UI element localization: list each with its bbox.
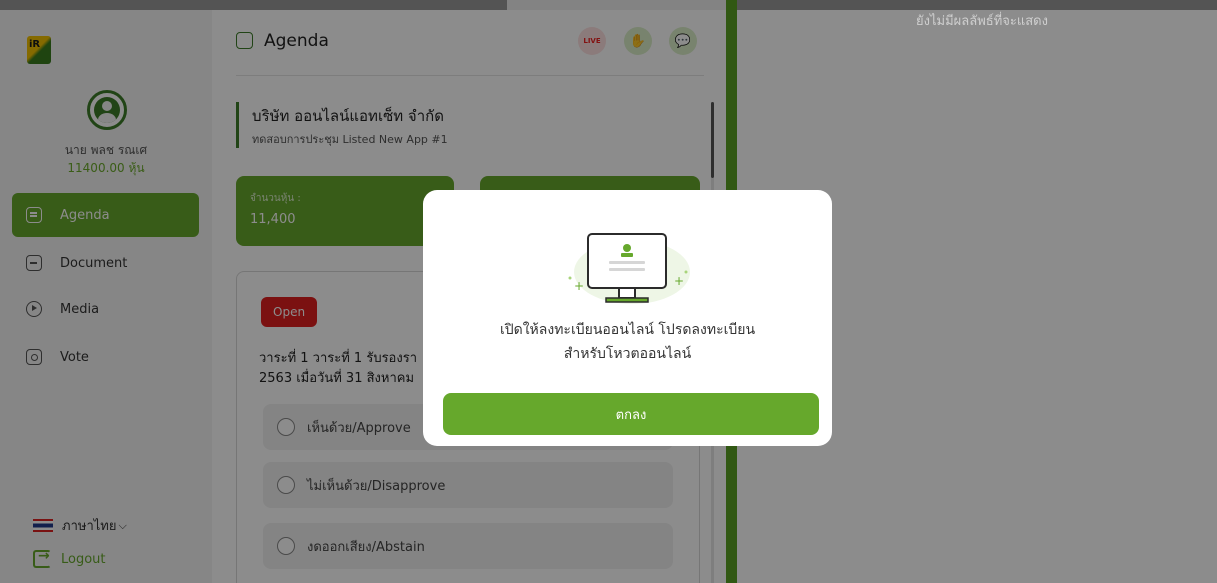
svg-text:+: + (674, 274, 684, 288)
modal-message: เปิดให้ลงทะเบียนออนไลน์ โปรดลงทะเบียน (499, 322, 756, 338)
modal-message: สำหรับโหวตออนไลน์ (563, 346, 692, 362)
ok-button[interactable]: ตกลง (443, 393, 819, 435)
empty-results-text: ยังไม่มีผลลัพธ์ที่จะแสดง (916, 14, 1048, 29)
registration-modal: + + เปิดให้ลงทะเบียนออนไลน์ โปรดลงทะเบีย… (423, 190, 832, 446)
svg-text:+: + (574, 279, 584, 293)
computer-user-icon: + + (568, 233, 690, 304)
